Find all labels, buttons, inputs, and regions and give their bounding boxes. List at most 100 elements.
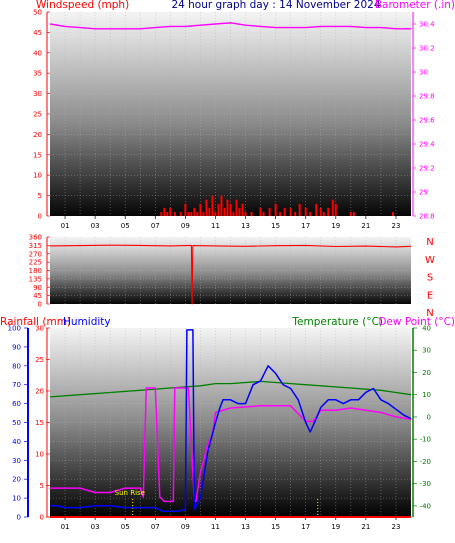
direction-axis-label: 225 <box>29 259 42 267</box>
wind-bar <box>279 211 282 216</box>
wind-bar <box>334 203 337 216</box>
temp-axis-label: 0 <box>427 413 431 421</box>
wind-axis-label: 25 <box>33 111 42 119</box>
baro-axis-label: 29.8 <box>419 93 435 101</box>
wind-bar <box>309 211 312 216</box>
wind-x-tick-label: 19 <box>331 222 340 230</box>
climate-x-tick-label: 05 <box>121 523 130 531</box>
temp-axis-label: -10 <box>420 436 431 444</box>
baro-axis-label: 30.2 <box>419 45 435 53</box>
wind-bar <box>229 203 232 216</box>
wind-bar <box>259 207 262 216</box>
wind-x-tick-label: 03 <box>91 222 100 230</box>
wind-bar <box>289 207 292 216</box>
climate-x-tick-label: 13 <box>241 523 250 531</box>
direction-axis-label: 315 <box>29 242 42 250</box>
wind-bar <box>196 211 199 216</box>
humidity-axis-label: 60 <box>12 400 21 408</box>
wind-bar <box>184 203 187 216</box>
wind-x-tick-label: 09 <box>181 222 190 230</box>
wind-axis-label: 40 <box>33 49 42 57</box>
baro-axis-label: 30 <box>419 69 428 77</box>
humidity-axis-title: Humidity <box>63 316 111 328</box>
wind-bar <box>283 207 286 216</box>
climate-x-tick-label: 23 <box>391 523 400 531</box>
wind-axis-label: 0 <box>38 213 42 221</box>
wind-bar <box>274 203 277 216</box>
wind-x-tick-label: 17 <box>301 222 310 230</box>
wind-axis-label: 15 <box>33 151 42 159</box>
climate-x-tick-label: 11 <box>211 523 220 531</box>
direction-axis-label: 180 <box>29 267 42 275</box>
wind-bar <box>199 203 202 216</box>
climate-x-tick-label: 15 <box>271 523 280 531</box>
climate-x-tick-label: 21 <box>361 523 370 531</box>
wind-bar <box>193 207 196 216</box>
wind-bar <box>244 211 247 216</box>
humidity-axis-label: 40 <box>12 438 21 446</box>
wind-bar <box>268 207 271 216</box>
dew-axis-title: Dew Point (°C) <box>378 316 455 328</box>
wind-bar <box>315 203 318 216</box>
rain-axis-title: Rainfall (mm) <box>0 316 71 328</box>
wind-bar <box>205 199 208 216</box>
wind-bar <box>208 207 211 216</box>
direction-axis-label: 90 <box>33 284 42 292</box>
climate-x-tick-label: 01 <box>61 523 70 531</box>
direction-axis-label: 270 <box>29 250 42 258</box>
direction-axis-label: 0 <box>38 301 42 309</box>
compass-label: N <box>426 237 433 248</box>
wind-bar <box>331 199 334 216</box>
wind-bar <box>232 211 235 216</box>
weather-graph: 0510152025303540455028.82929.229.429.629… <box>0 0 455 531</box>
wind-axis-label: 35 <box>33 70 42 78</box>
wind-x-tick-label: 21 <box>361 222 370 230</box>
baro-axis-title: Barometer (.in) <box>375 0 455 11</box>
wind-x-tick-label: 23 <box>391 222 400 230</box>
wind-bar <box>304 207 307 216</box>
rain-axis-label: 15 <box>35 419 44 427</box>
wind-bar <box>160 211 163 216</box>
temp-axis-label: -40 <box>420 502 431 510</box>
wind-bar <box>226 199 229 216</box>
wind-bar <box>214 211 217 216</box>
wind-x-tick-label: 07 <box>151 222 160 230</box>
wind-bar <box>223 207 226 216</box>
baro-axis-label: 29.2 <box>419 165 435 173</box>
baro-axis-label: 29 <box>419 189 428 197</box>
wind-bar <box>235 199 238 216</box>
humidity-axis-label: 30 <box>12 457 21 465</box>
temp-axis-title: Temperature (°C) <box>291 316 383 328</box>
wind-bar <box>391 211 394 216</box>
wind-bar <box>250 211 253 216</box>
direction-axis-label: 45 <box>33 292 42 300</box>
wind-axis-label: 45 <box>33 29 42 37</box>
baro-axis-label: 29.4 <box>419 141 435 149</box>
wind-bar <box>238 207 241 216</box>
humidity-axis-label: 70 <box>12 381 21 389</box>
wind-x-tick-label: 05 <box>121 222 130 230</box>
temp-axis-label: -30 <box>420 480 431 488</box>
graph-title: 24 hour graph day : 14 November 2024 <box>171 0 380 11</box>
wind-axis-label: 20 <box>33 131 42 139</box>
climate-x-tick-label: 07 <box>151 523 160 531</box>
direction-axis-label: 135 <box>29 275 42 283</box>
wind-bar <box>179 211 182 216</box>
temp-axis-label: -20 <box>420 458 431 466</box>
wind-bar <box>352 211 355 216</box>
compass-label: W <box>425 255 435 266</box>
wind-bar <box>169 207 172 216</box>
wind-bar <box>349 211 352 216</box>
humidity-axis-label: 0 <box>17 514 21 522</box>
rain-axis-label: 10 <box>35 451 44 459</box>
wind-axis-label: 10 <box>33 172 42 180</box>
wind-bar <box>298 203 301 216</box>
wind-bar <box>220 195 223 216</box>
sunrise-label: Sun Rise <box>115 489 145 497</box>
baro-axis-label: 30.4 <box>419 21 435 29</box>
temp-axis-label: 10 <box>422 391 431 399</box>
wind-bar <box>241 203 244 216</box>
wind-x-tick-label: 01 <box>61 222 70 230</box>
humidity-axis-label: 80 <box>12 362 21 370</box>
wind-x-tick-label: 13 <box>241 222 250 230</box>
